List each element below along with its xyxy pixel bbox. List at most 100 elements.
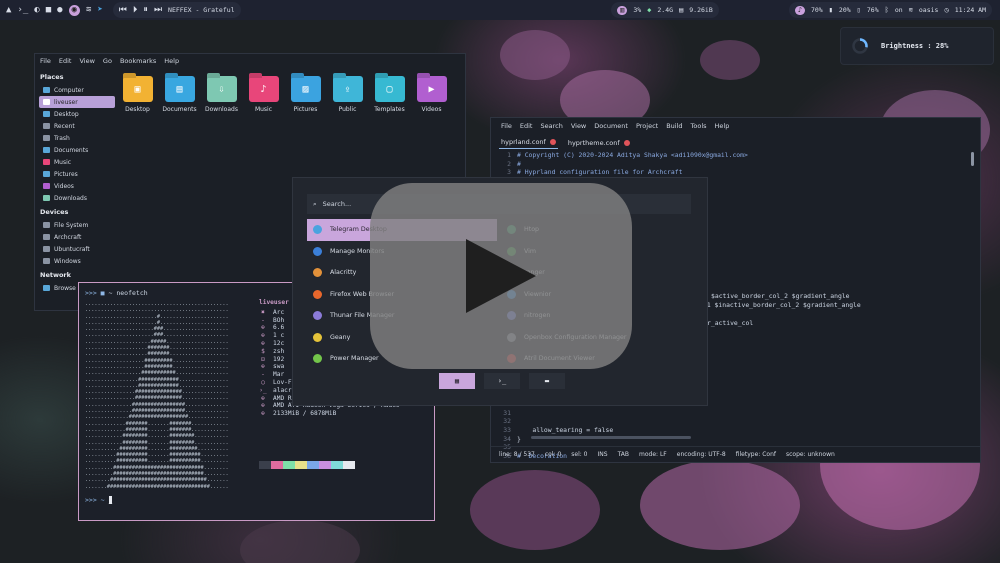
network-name[interactable]: oasis <box>919 6 939 14</box>
line-number: 34 <box>503 434 511 443</box>
play-icon[interactable]: ⏵ <box>133 5 138 15</box>
clock[interactable]: 11:24 AM <box>955 6 986 14</box>
sidebar-item-label: Trash <box>54 134 70 142</box>
top-panel: ▲ ›_ ◐ ■ ● ◉ ≋ ➤ ⏮ ⏵ ⏸ ⏭ NEFFEX - Gratef… <box>0 0 1000 20</box>
folder-documents[interactable]: ▤ Documents <box>162 76 197 113</box>
ed-menu-tools[interactable]: Tools <box>691 122 707 130</box>
folder-icon[interactable]: ■ <box>46 5 51 15</box>
fm-menu-edit[interactable]: Edit <box>59 57 72 65</box>
ed-menu-file[interactable]: File <box>501 122 512 130</box>
vertical-scrollbar[interactable] <box>971 152 974 166</box>
folder-templates[interactable]: ▢ Templates <box>373 76 406 113</box>
gpu-icon: ◆ <box>647 5 652 14</box>
tab-hyprtheme-conf[interactable]: hyprtheme.conf <box>566 136 632 149</box>
sidebar-item-computer[interactable]: Computer <box>39 84 117 96</box>
fm-menu-view[interactable]: View <box>79 57 94 65</box>
ed-menu-search[interactable]: Search <box>540 122 562 130</box>
folder-pictures[interactable]: ▨ Pictures <box>289 76 322 113</box>
horizontal-scrollbar[interactable] <box>531 436 691 439</box>
prev-icon[interactable]: ⏮ <box>119 5 127 15</box>
network-icon[interactable]: ≋ <box>909 6 913 14</box>
next-icon[interactable]: ⏭ <box>154 5 162 15</box>
drive-icon <box>43 258 50 264</box>
sidebar-item-pictures[interactable]: Pictures <box>39 168 117 180</box>
video-play-overlay[interactable] <box>370 183 632 369</box>
desktop-icon <box>43 111 50 117</box>
neofetch-row-icon: ⊕ <box>261 363 265 371</box>
ed-menu-view[interactable]: View <box>571 122 586 130</box>
folder-videos[interactable]: ▶ Videos <box>415 76 448 113</box>
ed-menu-build[interactable]: Build <box>666 122 682 130</box>
sidebar-item-label: Archcraft <box>54 233 82 241</box>
fm-menu-go[interactable]: Go <box>103 57 112 65</box>
moon-icon[interactable]: ◐ <box>34 5 39 15</box>
terminal-cursor: _ <box>108 496 113 504</box>
volume-value[interactable]: 70% <box>811 6 823 14</box>
neofetch-row-icon: ›_ <box>259 386 267 394</box>
sidebar-item-downloads[interactable]: Downloads <box>39 192 117 204</box>
launcher-item-label: Geany <box>330 333 351 341</box>
folder-desktop[interactable]: ▣ Desktop <box>121 76 154 113</box>
sidebar-item-trash[interactable]: Trash <box>39 132 117 144</box>
fm-menu-help[interactable]: Help <box>164 57 179 65</box>
trash-icon <box>43 135 50 141</box>
drun-mode-button[interactable]: ▦ <box>439 373 475 389</box>
documents-folder-icon: ▤ <box>164 76 195 102</box>
telegram-icon[interactable]: ➤ <box>97 5 102 15</box>
sidebar-item-videos[interactable]: Videos <box>39 180 117 192</box>
palette-swatch <box>343 461 355 469</box>
pause-icon[interactable]: ⏸ <box>143 5 148 15</box>
sidebar-item-recent[interactable]: Recent <box>39 120 117 132</box>
ed-menu-help[interactable]: Help <box>715 122 730 130</box>
tab-hyprland-conf[interactable]: hyprland.conf <box>499 136 558 149</box>
arch-logo-icon[interactable]: ▲ <box>6 5 11 15</box>
wifi-icon[interactable]: ≋ <box>86 5 91 15</box>
volume-icon[interactable]: ♪ <box>794 5 805 15</box>
ed-menu-document[interactable]: Document <box>594 122 628 130</box>
code-fragment-3: r_active_col <box>707 319 754 327</box>
run-mode-button[interactable]: ›_ <box>484 373 520 389</box>
palette-swatch <box>331 461 343 469</box>
sidebar-item-archcraft[interactable]: Archcraft <box>39 231 117 243</box>
files-mode-button[interactable]: ▬ <box>529 373 565 389</box>
folder-label: Public <box>338 106 357 113</box>
editor-menubar: File Edit Search View Document Project B… <box>491 118 980 133</box>
sidebar-item-documents[interactable]: Documents <box>39 144 117 156</box>
system-stats: ▥ 3% ◆ 2.4G ▤ 9.26iB <box>611 2 719 18</box>
power-manager-icon <box>313 354 322 364</box>
ed-menu-edit[interactable]: Edit <box>520 122 533 130</box>
fm-menu-file[interactable]: File <box>40 57 51 65</box>
play-triangle-icon[interactable] <box>466 239 536 313</box>
sidebar-item-ubuntucraft[interactable]: Ubuntucraft <box>39 243 117 255</box>
status-mode: mode: LF <box>639 451 667 458</box>
terminal-command: ~ neofetch <box>108 289 148 297</box>
videos-folder-icon: ▶ <box>416 76 447 102</box>
ed-menu-project[interactable]: Project <box>636 122 658 130</box>
terminal-prompt: >>> <box>85 289 97 297</box>
terminal-input-line[interactable]: >>> ~ _ <box>85 496 113 504</box>
sidebar-item-windows[interactable]: Windows <box>39 255 117 267</box>
folder-public[interactable]: ⇪ Public <box>331 76 364 113</box>
firefox-icon[interactable]: ● <box>57 5 62 15</box>
sidebar-item-label: Desktop <box>54 110 79 118</box>
drive-icon <box>43 234 50 240</box>
neofetch-row: ⊕ 2133MiB / 6878MiB <box>259 410 431 418</box>
folder-music[interactable]: ♪ Music <box>247 76 280 113</box>
sidebar-item-filesystem[interactable]: File System <box>39 219 117 231</box>
status-sel: sel: 0 <box>571 451 588 458</box>
close-tab-icon[interactable] <box>549 139 556 145</box>
terminal-icon[interactable]: ›_ <box>17 5 28 15</box>
sidebar-item-music[interactable]: Music <box>39 156 117 168</box>
launcher-item-label: Power Manager <box>330 355 379 363</box>
close-tab-icon[interactable] <box>623 139 630 146</box>
thunar-file-manager-icon <box>313 311 322 321</box>
sidebar-item-desktop[interactable]: Desktop <box>39 108 117 120</box>
terminal-command-line: >>> ■ ~ neofetch <box>85 289 148 297</box>
bluetooth-icon[interactable]: ᛒ <box>885 6 889 14</box>
fm-menu-bookmarks[interactable]: Bookmarks <box>120 57 156 65</box>
pink-app-icon[interactable]: ◉ <box>68 4 80 16</box>
status-line: line: 8 / 537 <box>499 451 535 458</box>
bluetooth-status[interactable]: on <box>895 6 903 14</box>
sidebar-item-liveuser[interactable]: liveuser <box>39 96 115 108</box>
folder-downloads[interactable]: ⇩ Downloads <box>205 76 238 113</box>
